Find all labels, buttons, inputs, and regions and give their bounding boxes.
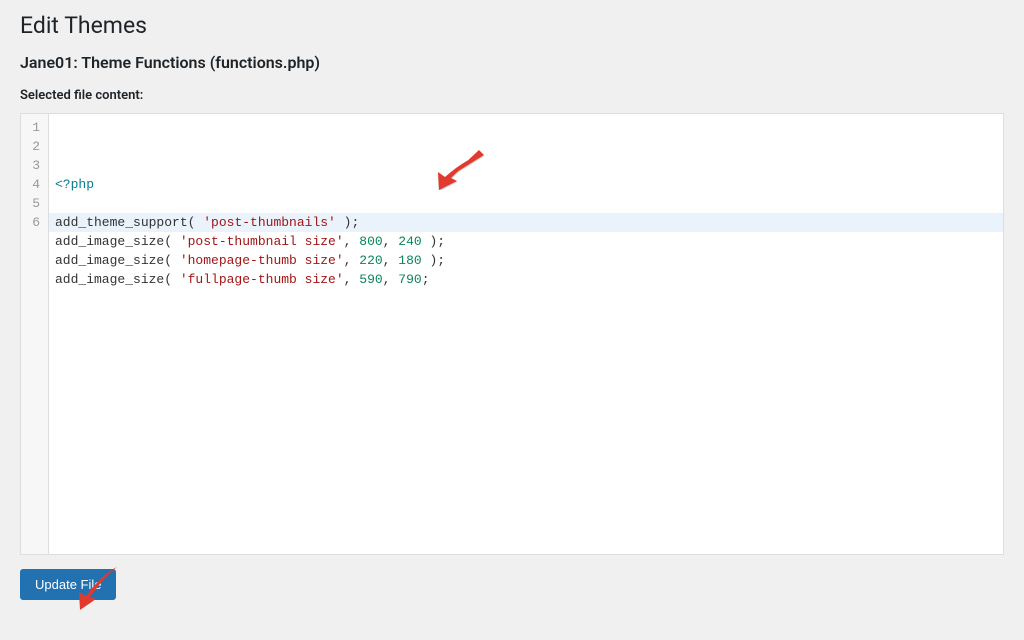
page-title: Edit Themes: [20, 12, 1004, 39]
code-line[interactable]: [55, 194, 1003, 213]
code-line[interactable]: <?php: [55, 175, 1003, 194]
selected-file-label: Selected file content:: [20, 88, 1004, 103]
file-subtitle: Jane01: Theme Functions (functions.php): [20, 53, 1004, 72]
code-line[interactable]: add_image_size( 'homepage-thumb size', 2…: [55, 251, 1003, 270]
line-number: 6: [21, 213, 42, 232]
line-number-gutter: 123456: [21, 114, 49, 554]
code-editor[interactable]: 123456 <?php add_theme_support( 'post-th…: [20, 113, 1004, 555]
line-number: 1: [21, 118, 42, 137]
line-number: 5: [21, 194, 42, 213]
line-number: 4: [21, 175, 42, 194]
code-line[interactable]: add_image_size( 'fullpage-thumb size', 5…: [55, 270, 1003, 289]
line-number: 2: [21, 137, 42, 156]
update-file-button[interactable]: Update File: [20, 569, 116, 600]
code-line[interactable]: add_image_size( 'post-thumbnail size', 8…: [55, 232, 1003, 251]
code-content[interactable]: <?php add_theme_support( 'post-thumbnail…: [49, 114, 1003, 554]
line-number: 3: [21, 156, 42, 175]
